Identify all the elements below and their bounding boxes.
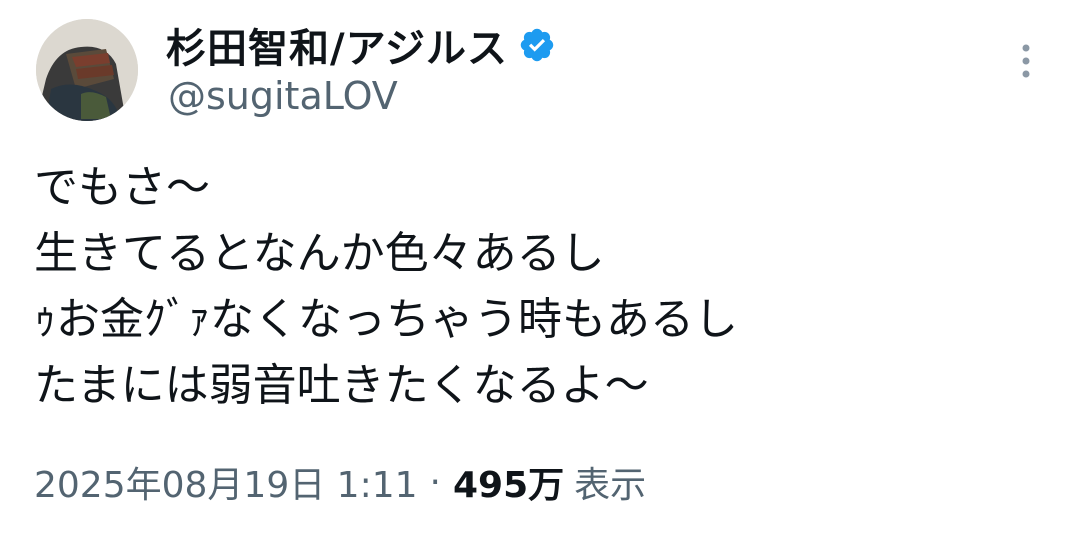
- tweet-line: たまには弱音吐きたくなるよ〜: [34, 360, 649, 411]
- tweet-text: でもさ〜 生きてるとなんか色々あるし ｩお金ｸﾞｧなくなっちゃう時もあるし たま…: [34, 155, 1044, 419]
- tweet-line: でもさ〜: [34, 162, 210, 213]
- views-count: 495万: [452, 465, 565, 506]
- tweet-line: ｩお金ｸﾞｧなくなっちゃう時もあるし: [34, 294, 738, 345]
- avatar[interactable]: [36, 19, 138, 121]
- tweet-meta: 2025年08月19日 1:11 · 495万 表示: [34, 456, 646, 508]
- tweet: 杉田智和/アジルス @sugitaLOV でもさ〜 生きてるとなんか色々あるし …: [0, 0, 1080, 534]
- author-display-name[interactable]: 杉田智和/アジルス: [166, 16, 508, 74]
- more-vertical-icon[interactable]: [1012, 40, 1040, 82]
- meta-separator: ·: [429, 461, 441, 503]
- avatar-image: [36, 19, 138, 121]
- tweet-timestamp[interactable]: 2025年08月19日 1:11: [34, 456, 418, 508]
- tweet-line: 生きてるとなんか色々あるし: [34, 228, 605, 279]
- author-handle[interactable]: @sugitaLOV: [168, 74, 398, 118]
- author-name-row: 杉田智和/アジルス: [166, 20, 556, 72]
- verified-badge-icon[interactable]: [518, 26, 556, 64]
- views-label: 表示: [574, 465, 647, 506]
